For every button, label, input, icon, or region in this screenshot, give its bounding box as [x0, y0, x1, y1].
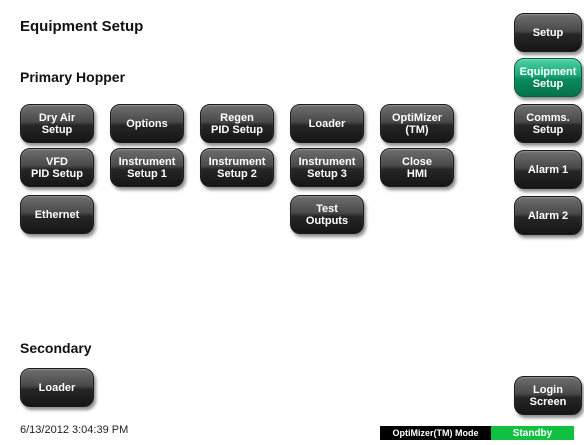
secondary-heading: Secondary	[20, 340, 92, 356]
login-screen-nav-button[interactable]: Login Screen	[514, 376, 582, 415]
close-hmi-button[interactable]: Close HMI	[380, 148, 454, 187]
timestamp: 6/13/2012 3:04:39 PM	[20, 424, 129, 436]
optimizer-tm-button[interactable]: OptiMizer (TM)	[380, 104, 454, 143]
instrument-setup-3-button[interactable]: Instrument Setup 3	[290, 148, 364, 187]
options-button[interactable]: Options	[110, 104, 184, 143]
equipment-setup-nav-button[interactable]: Equipment Setup	[514, 58, 582, 97]
regen-pid-setup-button[interactable]: Regen PID Setup	[200, 104, 274, 143]
secondary-loader-button[interactable]: Loader	[20, 368, 94, 407]
alarm-1-nav-button[interactable]: Alarm 1	[514, 150, 582, 189]
page-title: Equipment Setup	[20, 18, 144, 35]
loader-button[interactable]: Loader	[290, 104, 364, 143]
test-outputs-button[interactable]: Test Outputs	[290, 195, 364, 234]
dry-air-setup-button[interactable]: Dry Air Setup	[20, 104, 94, 143]
instrument-setup-2-button[interactable]: Instrument Setup 2	[200, 148, 274, 187]
ethernet-button[interactable]: Ethernet	[20, 195, 94, 234]
primary-hopper-heading: Primary Hopper	[20, 69, 126, 85]
alarm-2-nav-button[interactable]: Alarm 2	[514, 196, 582, 235]
vfd-pid-setup-button[interactable]: VFD PID Setup	[20, 148, 94, 187]
status-badge: Standby	[491, 426, 574, 440]
comms-setup-nav-button[interactable]: Comms. Setup	[514, 104, 582, 143]
mode-label: OptiMizer(TM) Mode	[380, 426, 491, 440]
setup-nav-button[interactable]: Setup	[514, 13, 582, 52]
instrument-setup-1-button[interactable]: Instrument Setup 1	[110, 148, 184, 187]
